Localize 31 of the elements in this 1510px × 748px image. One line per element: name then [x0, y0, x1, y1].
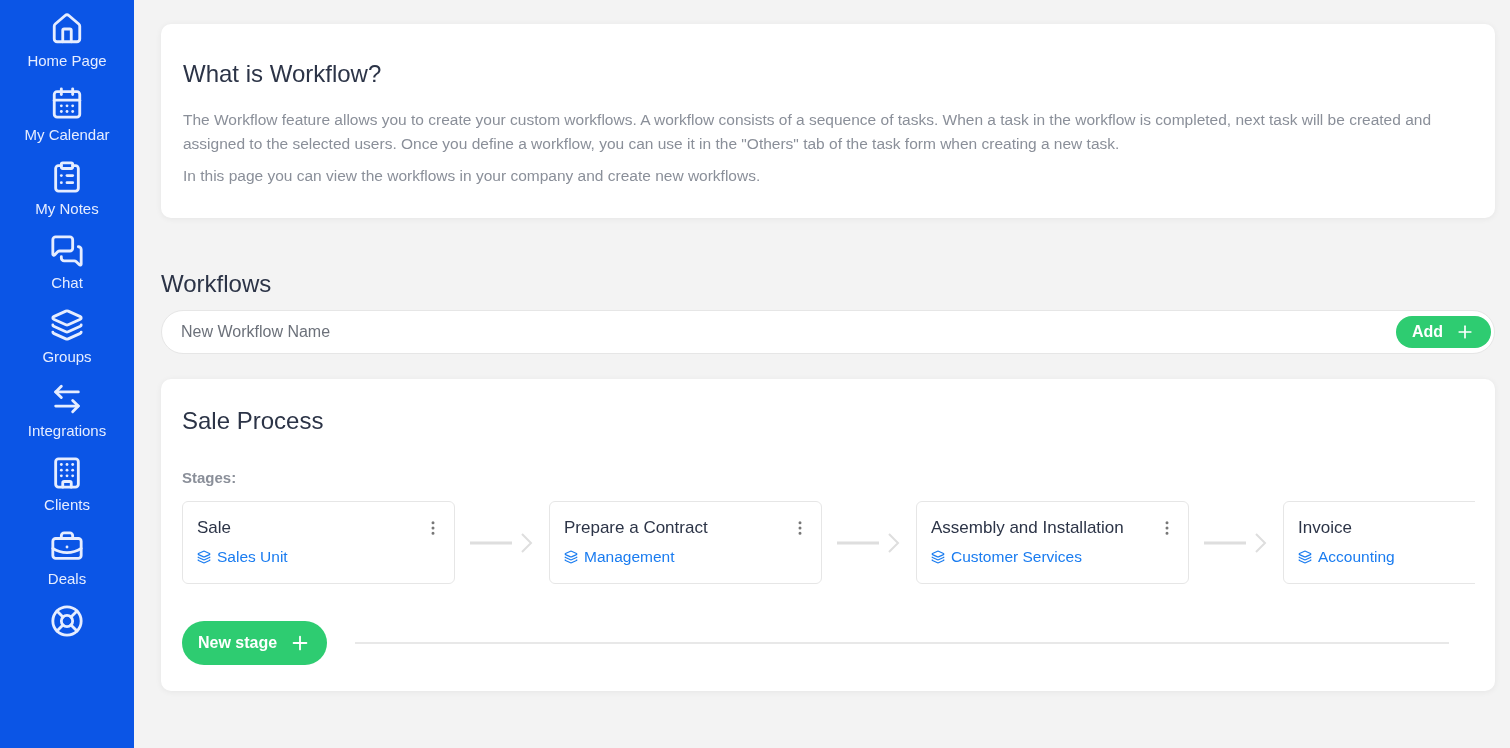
group-link[interactable]: Customer Services	[931, 548, 1176, 566]
layers-icon	[564, 550, 578, 564]
description-text: In this page you can view the workflows in your company and create new workflows.	[183, 166, 762, 186]
sidebar-item[interactable]: Home Page	[7, 12, 127, 69]
description-text: The Workflow feature allows you to create your custom workflows. A workflow consists of a sequence of tasks. When a task in the workflow is completed, next task will be created and assigned to the selected users. Once you define a workflow, you can use it in the "Others" tab of the task form when creating a new task.	[183, 110, 1433, 154]
calendar-icon	[50, 86, 84, 120]
chat-icon	[50, 234, 84, 268]
sidebar-item[interactable]: Integrations	[7, 382, 127, 439]
group-link[interactable]: Sales Unit	[197, 548, 442, 566]
sidebar-item[interactable]: Chat	[7, 234, 127, 291]
sidebar-item[interactable]: My Notes	[7, 160, 127, 217]
stage-name: Assembly and Installation	[931, 518, 1124, 538]
sidebar-item[interactable]: Groups	[7, 308, 127, 365]
layers-icon	[931, 550, 945, 564]
sidebar-item[interactable]: My Calendar	[7, 86, 127, 143]
layers-icon	[50, 308, 84, 342]
stage-name: Invoice	[1298, 518, 1352, 538]
group-link[interactable]: Management	[564, 548, 809, 566]
card-title: What is Workflow?	[183, 60, 383, 88]
stage-name: Sale	[197, 518, 232, 538]
stage-name: Prepare a Contract	[564, 518, 708, 538]
workflow-title: Sale Process	[182, 407, 325, 435]
home-icon	[50, 12, 84, 46]
sidebar-item[interactable]: Deals	[7, 530, 127, 587]
layers-icon	[197, 550, 211, 564]
lifebuoy-icon	[50, 604, 84, 638]
section-heading: Workflows	[161, 270, 273, 298]
layers-icon	[1298, 550, 1312, 564]
sidebar-item[interactable]: Clients	[7, 456, 127, 513]
stages-label: Stages:	[182, 469, 238, 486]
group-link[interactable]: Accounting	[1298, 548, 1475, 566]
